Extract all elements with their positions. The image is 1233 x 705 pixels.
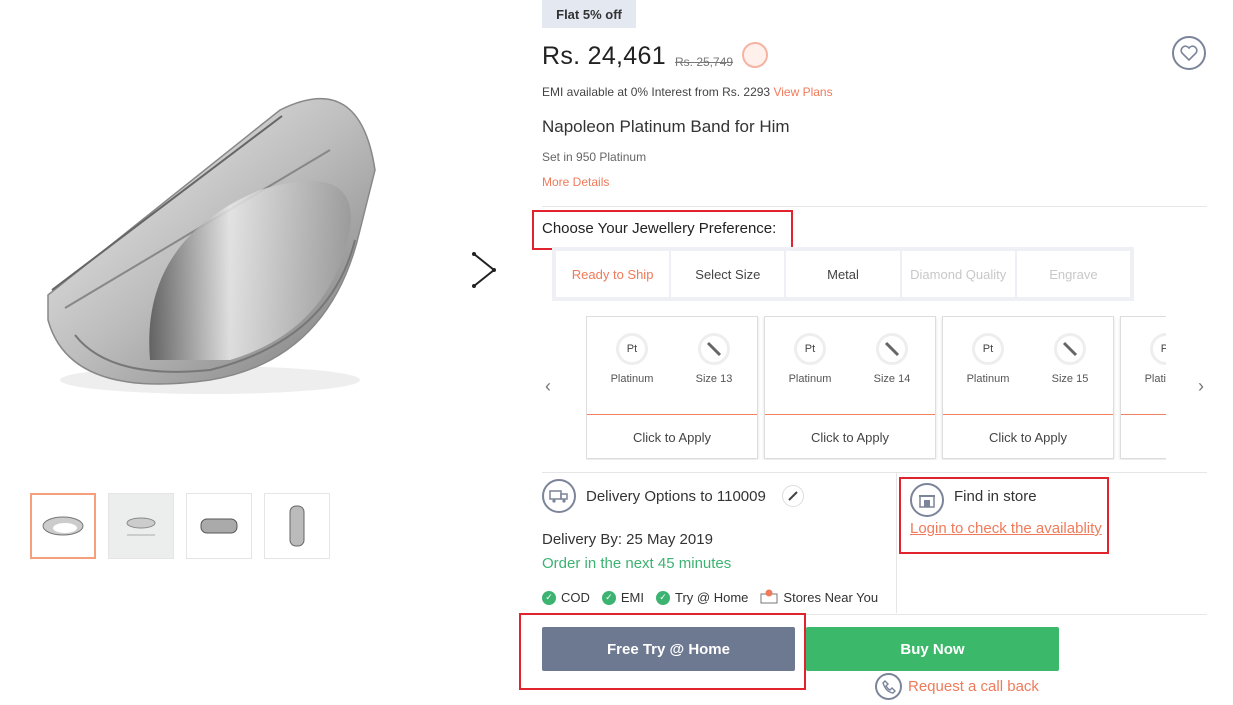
phone-icon	[875, 673, 902, 700]
tab-select-size[interactable]: Select Size	[671, 251, 785, 297]
feature-cod: ✓ COD	[542, 590, 590, 605]
free-try-home-button[interactable]: Free Try @ Home	[542, 627, 795, 671]
click-to-apply-button[interactable]: Click to Apply	[587, 415, 757, 459]
size-option: Size 15	[1035, 333, 1105, 385]
ruler-icon	[1054, 333, 1086, 365]
preference-heading: Choose Your Jewellery Preference:	[532, 210, 793, 250]
check-icon: ✓	[601, 590, 616, 605]
metal-option: Pt Platinum	[1131, 333, 1166, 385]
size-carousel: Pt Platinum Size 13 Click to Apply Pt Pl…	[586, 316, 1166, 460]
emi-info: EMI available at 0% Interest from Rs. 22…	[542, 85, 833, 99]
check-icon: ✓	[656, 590, 671, 605]
platinum-icon: Pt	[794, 333, 826, 365]
carousel-next-icon[interactable]: ›	[1198, 376, 1204, 397]
thumbnail-4[interactable]	[264, 493, 330, 559]
click-to-apply-button[interactable]: Click to Apply	[765, 415, 935, 459]
login-availability-link[interactable]: Login to check the availablity	[910, 520, 1102, 537]
tab-diamond-quality: Diamond Quality	[901, 251, 1015, 297]
store-icon	[910, 483, 944, 517]
feature-label: Try @ Home	[675, 590, 749, 605]
discount-badge: Flat 5% off	[542, 0, 636, 28]
size-option: Size 13	[679, 333, 749, 385]
delivery-features: ✓ COD ✓ EMI ✓ Try @ Home Stores Near You	[542, 588, 890, 607]
product-title: Napoleon Platinum Band for Him	[542, 117, 790, 136]
option-card: Pt Platinum Size 14 Click to Apply	[764, 316, 936, 459]
emi-text: EMI available at 0% Interest from Rs. 22…	[542, 85, 771, 99]
feature-label: EMI	[620, 590, 645, 605]
size-option: Size 14	[857, 333, 927, 385]
find-in-store-title: Find in store	[954, 488, 1037, 505]
platinum-icon: Pt	[616, 333, 648, 365]
metal-label: Platinum	[966, 373, 1010, 385]
product-main-image[interactable]	[30, 80, 390, 420]
buy-now-button[interactable]: Buy Now	[806, 627, 1059, 671]
metal-option: Pt Platinum	[953, 333, 1023, 385]
divider	[542, 472, 1207, 473]
thumbnail-3[interactable]	[186, 493, 252, 559]
stores-near-label: Stores Near You	[783, 590, 879, 605]
ruler-icon	[876, 333, 908, 365]
metal-option: Pt Platinum	[775, 333, 845, 385]
delivery-options-title: Delivery Options to 110009	[586, 488, 766, 505]
current-price: Rs. 24,461	[542, 42, 666, 70]
metal-label: Platinum	[610, 373, 654, 385]
product-subtitle: Set in 950 Platinum	[542, 150, 647, 164]
click-to-apply-button[interactable]	[1121, 415, 1166, 459]
metal-option: Pt Platinum	[597, 333, 667, 385]
original-price: Rs. 25,749	[675, 55, 734, 69]
option-card: Pt Platinum	[1120, 316, 1166, 459]
order-countdown: Order in the next 45 minutes	[542, 555, 732, 572]
thumbnail-2[interactable]	[108, 493, 174, 559]
wishlist-heart-icon[interactable]	[1172, 36, 1206, 70]
thumbnail-strip	[30, 493, 330, 559]
carousel-prev-icon[interactable]: ‹	[545, 376, 551, 397]
tab-metal[interactable]: Metal	[786, 251, 900, 297]
feature-label: COD	[561, 590, 590, 605]
platinum-icon: Pt	[1150, 333, 1166, 365]
size-label: Size 14	[873, 373, 911, 385]
more-details-link[interactable]: More Details	[542, 175, 609, 189]
ruler-icon	[698, 333, 730, 365]
platinum-icon: Pt	[972, 333, 1004, 365]
preference-tabs: Ready to Ship Select Size Metal Diamond …	[552, 247, 1134, 301]
edit-pincode-icon[interactable]	[782, 485, 804, 507]
click-to-apply-button[interactable]: Click to Apply	[943, 415, 1113, 459]
option-card: Pt Platinum Size 13 Click to Apply	[586, 316, 758, 459]
size-label: Size 13	[695, 373, 733, 385]
feature-emi: ✓ EMI	[601, 590, 645, 605]
thumbnail-1[interactable]	[30, 493, 96, 559]
request-call-back-link[interactable]: Request a call back	[908, 678, 1039, 695]
vertical-divider	[896, 473, 897, 613]
feature-try-home: ✓ Try @ Home	[656, 590, 748, 605]
truck-icon	[542, 479, 576, 513]
size-label: Size 15	[1051, 373, 1089, 385]
metal-label: Platinum	[1144, 373, 1166, 385]
metal-label: Platinum	[788, 373, 832, 385]
gallery-next-arrow[interactable]	[468, 250, 500, 290]
option-card: Pt Platinum Size 15 Click to Apply	[942, 316, 1114, 459]
offer-tag-icon[interactable]	[742, 42, 768, 68]
tab-ready-to-ship[interactable]: Ready to Ship	[556, 251, 670, 297]
map-pin-icon	[760, 588, 778, 607]
stores-near-you-link[interactable]: Stores Near You	[760, 588, 878, 607]
view-plans-link[interactable]: View Plans	[773, 85, 832, 99]
tab-engrave: Engrave	[1016, 251, 1131, 297]
divider	[542, 206, 1207, 207]
delivery-date: Delivery By: 25 May 2019	[542, 531, 713, 548]
check-icon: ✓	[542, 590, 556, 605]
